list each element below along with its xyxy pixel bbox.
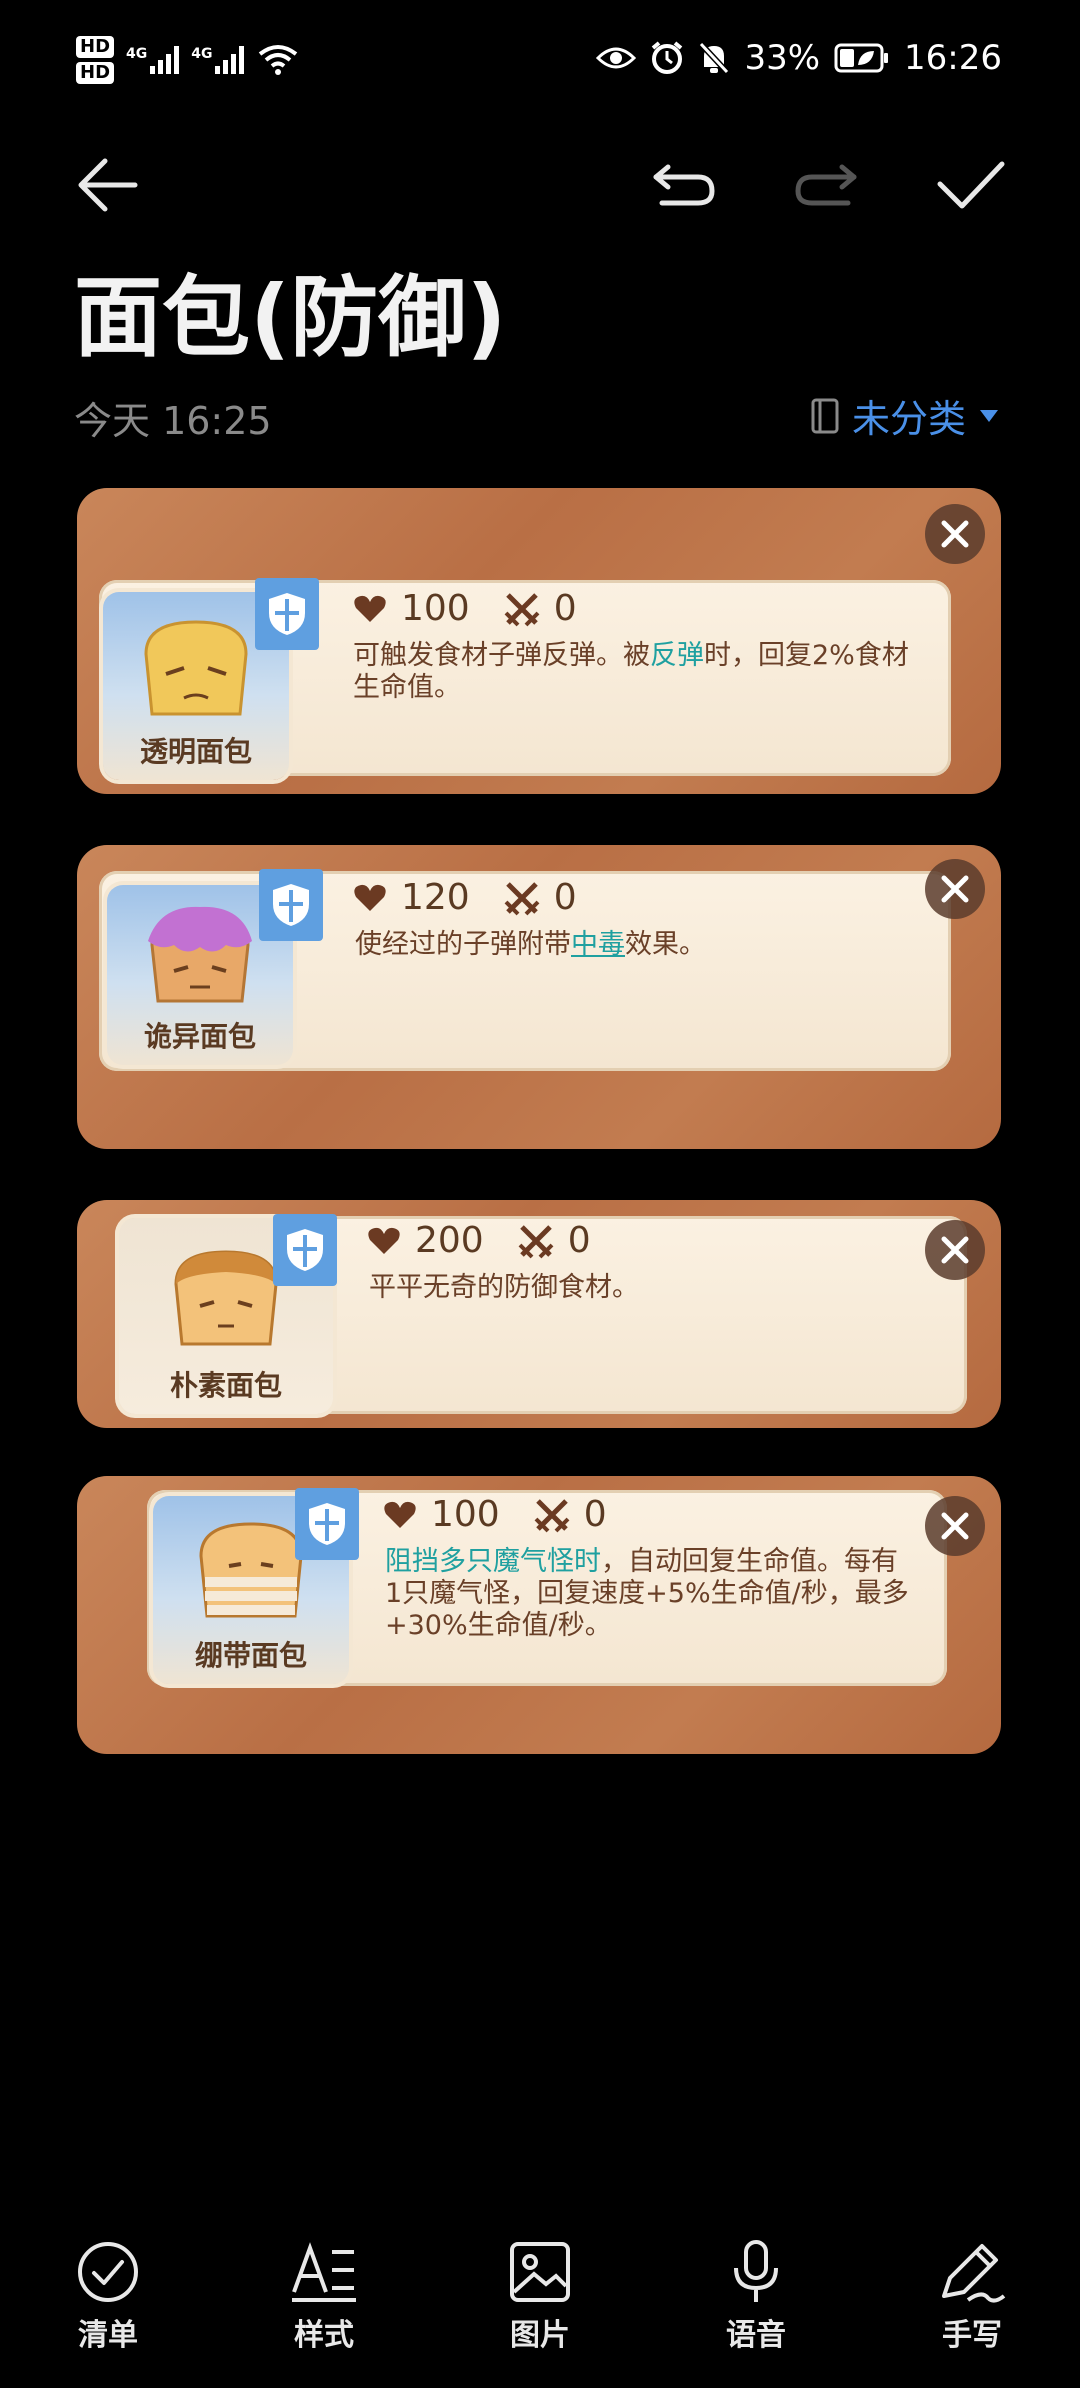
weird-bread-icon: [148, 906, 252, 1003]
card-stats: 100 0: [353, 588, 577, 629]
eye-icon: [596, 47, 637, 69]
close-icon: [941, 1236, 969, 1264]
category-selector[interactable]: 未分类: [810, 388, 1000, 443]
checklist-icon: [78, 2242, 138, 2302]
card-description: 阻挡多只魔气怪时，自动回复生命值。每有1只魔气怪，回复速度+5%生命值/秒，最多…: [385, 1546, 909, 1641]
alarm-icon: [652, 41, 683, 74]
remove-card-button[interactable]: [925, 1496, 985, 1556]
card-weird-bread[interactable]: 诡异面包 120 0 使经过的子弹附带中毒效果。: [77, 845, 1001, 1149]
plain-bread-icon: [174, 1250, 278, 1346]
hp-value: 120: [401, 877, 470, 918]
text-style-icon: [292, 2242, 356, 2302]
heart-icon: [354, 884, 386, 911]
heart-icon: [354, 595, 386, 622]
shield-badge-icon: [295, 1488, 359, 1560]
battery-percent: 33%: [744, 38, 821, 78]
crossed-swords-icon: [504, 881, 540, 915]
save-checkmark-button[interactable]: [926, 140, 1016, 230]
card-bandage-bread[interactable]: 绷带面包 100 0 阻挡多只魔气怪时，自动回复生命值。每有1只魔气怪，回复速度…: [77, 1476, 1001, 1754]
style-button[interactable]: 样式: [254, 2240, 394, 2354]
note-title[interactable]: 面包(防御): [74, 268, 506, 368]
status-bar: HD HD 4G 4G 33% 16:26: [0, 0, 1080, 120]
transparent-bread-icon: [144, 620, 248, 716]
notes-editor-screen: HD HD 4G 4G 33% 16:26 面包(防御) 今天 16:25 未分…: [0, 0, 1080, 2388]
shield-badge-icon: [255, 578, 319, 650]
checklist-button[interactable]: 清单: [38, 2240, 178, 2354]
hp-value: 100: [431, 1494, 500, 1535]
close-icon: [941, 1512, 969, 1540]
card-description: 平平无奇的防御食材。: [369, 1272, 639, 1303]
battery-icon: [834, 43, 889, 73]
bell-off-icon: [699, 41, 730, 75]
card-description: 使经过的子弹附带中毒效果。: [355, 929, 706, 960]
checkmark-icon: [937, 161, 1005, 209]
card-transparent-bread[interactable]: 透明面包 100 0 可触发食材子弹反弹。被反弹时，回复2%食材生命值。: [77, 488, 1001, 794]
bandage-bread-icon: [199, 1522, 303, 1618]
atk-value: 0: [583, 1494, 607, 1535]
atk-value: 0: [553, 877, 577, 918]
wifi-icon: [259, 45, 298, 75]
undo-button[interactable]: [638, 140, 728, 230]
hd2-badge: HD: [76, 62, 115, 84]
heart-icon: [368, 1227, 400, 1254]
redo-icon: [795, 164, 857, 206]
close-icon: [941, 520, 969, 548]
card-name: 诡异面包: [143, 1020, 256, 1053]
remove-card-button[interactable]: [925, 504, 985, 564]
hd1-badge: HD: [76, 36, 115, 58]
remove-card-button[interactable]: [925, 1220, 985, 1280]
arrow-left-icon: [78, 158, 138, 212]
card-stats: 120 0: [353, 877, 577, 918]
microphone-icon: [734, 2240, 778, 2302]
back-button[interactable]: [62, 140, 152, 230]
crossed-swords-icon: [518, 1224, 554, 1258]
crossed-swords-icon: [504, 592, 540, 626]
dropdown-triangle-icon: [980, 409, 998, 422]
hd-indicators: HD HD: [76, 36, 115, 84]
redo-button[interactable]: [782, 140, 872, 230]
card-plain-bread[interactable]: 朴素面包 200 0 平平无奇的防御食材。: [77, 1200, 1001, 1428]
signal-2-icon: 4G: [191, 46, 245, 74]
signal-1-icon: 4G: [126, 46, 180, 74]
card-name: 绷带面包: [194, 1639, 307, 1672]
clock-time: 16:26: [904, 38, 1002, 78]
hp-value: 200: [415, 1220, 484, 1261]
hp-value: 100: [401, 588, 470, 629]
shield-badge-icon: [273, 1214, 337, 1286]
editor-toolbar: [0, 140, 1080, 230]
voice-button[interactable]: 语音: [686, 2240, 826, 2354]
crossed-swords-icon: [534, 1498, 570, 1532]
shield-badge-icon: [259, 869, 323, 941]
close-icon: [941, 875, 969, 903]
note-date: 今天 16:25: [74, 399, 272, 443]
undo-icon: [653, 164, 715, 206]
category-label: 未分类: [851, 397, 966, 441]
card-stats: 200 0: [367, 1220, 591, 1261]
card-description: 可触发食材子弹反弹。被反弹时，回复2%食材生命值。: [353, 640, 909, 703]
image-icon: [510, 2242, 570, 2302]
status-right: 33% 16:26: [596, 38, 1002, 78]
heart-icon: [384, 1501, 416, 1528]
remove-card-button[interactable]: [925, 859, 985, 919]
image-button[interactable]: 图片: [470, 2240, 610, 2354]
atk-value: 0: [567, 1220, 591, 1261]
status-left: HD HD 4G 4G: [76, 36, 298, 84]
card-stats: 100 0: [383, 1494, 607, 1535]
handwriting-icon: [942, 2244, 1006, 2303]
card-name: 朴素面包: [169, 1369, 282, 1402]
handwriting-button[interactable]: 手写: [902, 2240, 1042, 2354]
bottom-toolbar: 清单 样式 图片 语音 手写: [0, 2240, 1080, 2380]
card-name: 透明面包: [139, 735, 252, 768]
notebook-icon: [811, 398, 839, 433]
atk-value: 0: [553, 588, 577, 629]
